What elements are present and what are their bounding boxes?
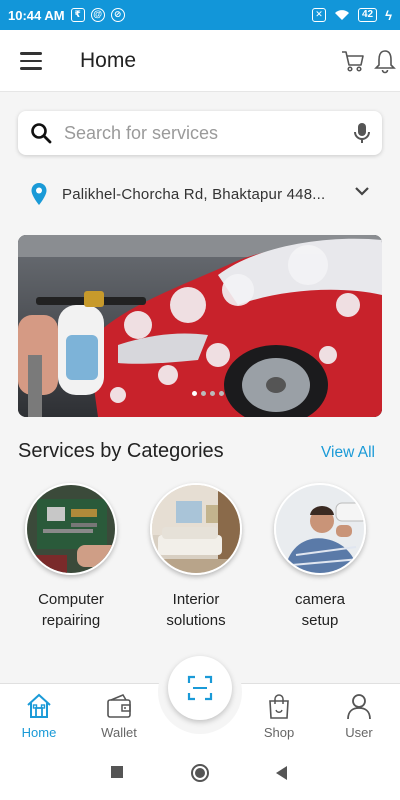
recents-icon[interactable] xyxy=(110,765,124,779)
category-label: Interior solutions xyxy=(166,591,226,629)
nav-user[interactable]: User xyxy=(329,692,389,740)
back-icon[interactable] xyxy=(274,765,288,781)
category-label: camera setup xyxy=(294,591,346,629)
carousel-dot[interactable] xyxy=(201,391,206,396)
category-image xyxy=(150,483,242,575)
location-pin-icon xyxy=(31,183,47,205)
carousel-dot[interactable] xyxy=(210,391,215,396)
page-title: Home xyxy=(80,49,137,72)
mic-icon[interactable] xyxy=(354,122,370,144)
category-camera-setup[interactable]: camera setup xyxy=(265,483,375,631)
status-bar: 10:44 AM ₹ @ ⊘ ✕ 42 ϟ xyxy=(0,0,400,30)
location-address: Palikhel-Chorcha Rd, Bhaktapur 448... xyxy=(62,185,326,203)
data-saver-icon: ⊘ xyxy=(110,8,125,22)
scan-button[interactable] xyxy=(168,656,232,720)
nav-wallet[interactable]: Wallet xyxy=(89,692,149,740)
home-icon xyxy=(27,693,51,718)
battery-indicator: 42 xyxy=(357,8,378,22)
category-image xyxy=(274,483,366,575)
sim-icon: ✕ xyxy=(311,8,326,22)
carousel-dot[interactable] xyxy=(219,391,224,396)
section-title: Services by Categories xyxy=(18,440,224,462)
category-label: Computer repairing xyxy=(38,591,104,629)
notification-icon: @ xyxy=(90,8,105,22)
wifi-icon xyxy=(334,10,349,20)
carousel-dot[interactable] xyxy=(192,391,197,396)
car-wash-image xyxy=(18,235,382,417)
chevron-down-icon[interactable] xyxy=(355,186,369,196)
view-all-link[interactable]: View All xyxy=(321,444,375,462)
nav-label: Wallet xyxy=(101,725,137,740)
nav-label: Home xyxy=(21,725,57,740)
category-interior-solutions[interactable]: Interior solutions xyxy=(141,483,251,631)
user-icon xyxy=(347,694,371,720)
category-computer-repairing[interactable]: Computer repairing xyxy=(16,483,126,631)
wallet-icon xyxy=(107,694,131,718)
category-image xyxy=(25,483,117,575)
scan-icon xyxy=(187,675,213,701)
system-navigation-bar xyxy=(0,747,400,800)
nav-label: Shop xyxy=(263,725,295,740)
search-bar xyxy=(18,111,382,155)
bell-icon[interactable] xyxy=(373,48,397,74)
cart-icon[interactable] xyxy=(340,48,366,74)
rupee-icon: ₹ xyxy=(70,8,85,22)
status-time: 10:44 AM xyxy=(8,7,65,23)
nav-label: User xyxy=(345,725,373,740)
search-input[interactable] xyxy=(64,119,344,147)
nav-home[interactable]: Home xyxy=(9,692,69,740)
charging-icon: ϟ xyxy=(385,7,392,23)
location-selector[interactable]: Palikhel-Chorcha Rd, Bhaktapur 448... xyxy=(30,181,375,207)
menu-button[interactable] xyxy=(20,52,42,70)
shop-bag-icon xyxy=(269,694,289,719)
app-bar: Home xyxy=(0,30,400,92)
promo-banner[interactable] xyxy=(18,235,382,417)
carousel-indicator xyxy=(192,391,224,396)
home-circle-icon[interactable] xyxy=(190,763,210,783)
nav-shop[interactable]: Shop xyxy=(249,692,309,740)
search-icon xyxy=(31,123,52,144)
